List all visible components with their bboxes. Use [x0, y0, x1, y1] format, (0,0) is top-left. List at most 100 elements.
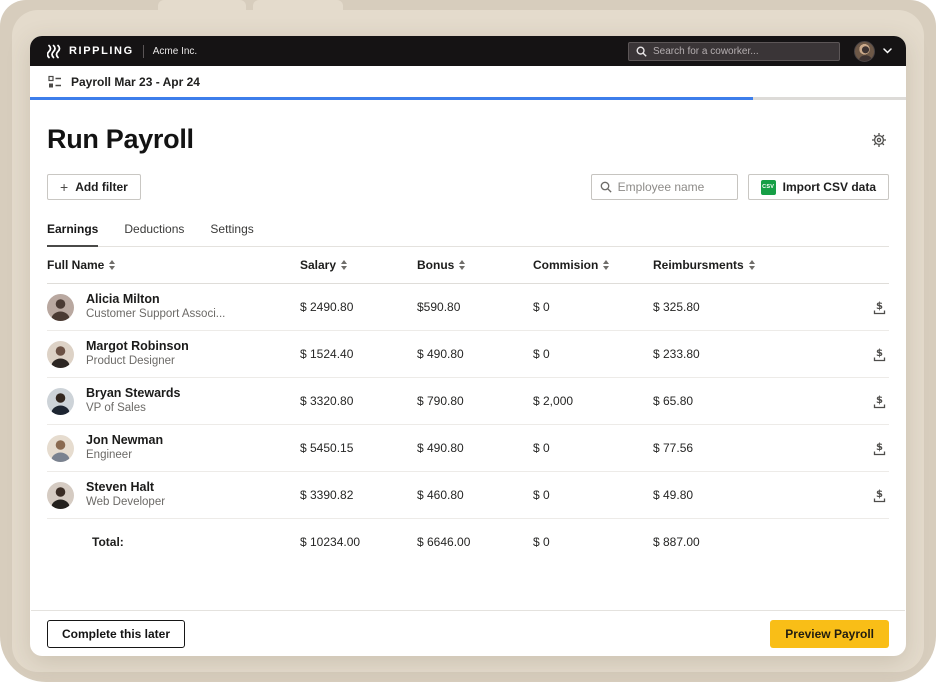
total-salary: $ 10234.00: [300, 535, 417, 549]
salary-value: $ 5450.15: [300, 441, 417, 455]
add-filter-label: Add filter: [75, 180, 128, 194]
csv-file-icon: CSV: [761, 180, 776, 195]
bonus-value: $590.80: [417, 300, 533, 314]
brand-name: RIPPLING: [69, 45, 134, 57]
plus-icon: +: [60, 179, 68, 195]
bonus-value: $ 790.80: [417, 394, 533, 408]
reimbursements-value: $ 49.80: [653, 488, 823, 502]
pay-deposit-icon[interactable]: $: [870, 486, 889, 505]
avatar: [47, 435, 74, 462]
document-tab-bar: Payroll Mar 23 - Apr 24: [30, 66, 906, 100]
commission-value: $ 0: [533, 441, 653, 455]
employee-name: Steven Halt: [86, 480, 165, 496]
coworker-search-input[interactable]: [653, 46, 832, 57]
avatar: [47, 388, 74, 415]
svg-text:$: $: [876, 301, 883, 312]
employee-name-input[interactable]: [618, 180, 729, 194]
sort-icon: [109, 260, 115, 270]
user-avatar[interactable]: [854, 41, 875, 62]
top-navigation-bar: RIPPLING Acme Inc.: [30, 36, 906, 66]
column-header-salary[interactable]: Salary: [300, 258, 417, 272]
commission-value: $ 2,000: [533, 394, 653, 408]
table-row: Steven Halt Web Developer $ 3390.82 $ 46…: [47, 472, 889, 519]
sort-icon: [341, 260, 347, 270]
coworker-search[interactable]: [628, 42, 840, 61]
bonus-value: $ 490.80: [417, 347, 533, 361]
employee-title: Customer Support Associ...: [86, 307, 225, 322]
rippling-logo-icon: [47, 44, 62, 59]
svg-text:$: $: [876, 348, 883, 359]
search-icon: [636, 46, 647, 57]
avatar: [47, 294, 74, 321]
employee-title: Product Designer: [86, 354, 189, 369]
svg-text:$: $: [876, 489, 883, 500]
chevron-down-icon[interactable]: [883, 48, 892, 54]
total-bonus: $ 6646.00: [417, 535, 533, 549]
task-list-icon: [48, 75, 62, 89]
pay-deposit-icon[interactable]: $: [870, 439, 889, 458]
page-title: Run Payroll: [47, 124, 194, 155]
sort-icon: [603, 260, 609, 270]
tab-earnings[interactable]: Earnings: [47, 222, 98, 247]
pay-deposit-icon[interactable]: $: [870, 392, 889, 411]
divider: [143, 45, 144, 58]
sort-icon: [749, 260, 755, 270]
salary-value: $ 2490.80: [300, 300, 417, 314]
rippling-logo: RIPPLING: [47, 44, 134, 59]
commission-value: $ 0: [533, 300, 653, 314]
employee-name: Bryan Stewards: [86, 386, 180, 402]
import-csv-label: Import CSV data: [783, 180, 876, 194]
search-icon: [600, 181, 612, 193]
complete-later-button[interactable]: Complete this later: [47, 620, 185, 648]
employee-name: Margot Robinson: [86, 339, 189, 355]
column-header-commission[interactable]: Commision: [533, 258, 653, 272]
reimbursements-value: $ 233.80: [653, 347, 823, 361]
table-row: Jon Newman Engineer $ 5450.15 $ 490.80 $…: [47, 425, 889, 472]
pay-deposit-icon[interactable]: $: [870, 345, 889, 364]
total-row: Total: $ 10234.00 $ 6646.00 $ 0 $ 887.00: [47, 519, 889, 565]
section-tabs: Earnings Deductions Settings: [47, 222, 889, 247]
salary-value: $ 3320.80: [300, 394, 417, 408]
add-filter-button[interactable]: + Add filter: [47, 174, 141, 200]
employee-name: Alicia Milton: [86, 292, 225, 308]
employee-name-search[interactable]: [591, 174, 738, 200]
avatar: [47, 341, 74, 368]
employee-title: Engineer: [86, 448, 163, 463]
svg-text:$: $: [876, 395, 883, 406]
column-header-reimbursements[interactable]: Reimbursments: [653, 258, 823, 272]
column-header-bonus[interactable]: Bonus: [417, 258, 533, 272]
main-content: Run Payroll + Add filter: [30, 100, 906, 610]
tab-settings[interactable]: Settings: [210, 222, 253, 246]
pay-deposit-icon[interactable]: $: [870, 298, 889, 317]
reimbursements-value: $ 325.80: [653, 300, 823, 314]
employee-title: Web Developer: [86, 495, 165, 510]
table-row: Margot Robinson Product Designer $ 1524.…: [47, 331, 889, 378]
commission-value: $ 0: [533, 347, 653, 361]
commission-value: $ 0: [533, 488, 653, 502]
payroll-period-tab[interactable]: Payroll Mar 23 - Apr 24: [30, 66, 906, 97]
salary-value: $ 3390.82: [300, 488, 417, 502]
import-csv-button[interactable]: CSV Import CSV data: [748, 174, 889, 200]
gear-icon[interactable]: [869, 130, 889, 150]
tab-deductions[interactable]: Deductions: [124, 222, 184, 246]
avatar: [47, 482, 74, 509]
preview-payroll-button[interactable]: Preview Payroll: [770, 620, 889, 648]
svg-text:$: $: [876, 442, 883, 453]
bonus-value: $ 460.80: [417, 488, 533, 502]
table-header: Full Name Salary Bonus Commision Reimbur…: [47, 247, 889, 284]
sort-icon: [459, 260, 465, 270]
employee-title: VP of Sales: [86, 401, 180, 416]
footer-bar: Complete this later Preview Payroll: [31, 610, 905, 656]
table-row: Alicia Milton Customer Support Associ...…: [47, 284, 889, 331]
payroll-period-label: Payroll Mar 23 - Apr 24: [71, 75, 200, 89]
table-row: Bryan Stewards VP of Sales $ 3320.80 $ 7…: [47, 378, 889, 425]
column-header-full-name[interactable]: Full Name: [47, 258, 300, 272]
salary-value: $ 1524.40: [300, 347, 417, 361]
reimbursements-value: $ 77.56: [653, 441, 823, 455]
company-name: Acme Inc.: [153, 46, 197, 57]
reimbursements-value: $ 65.80: [653, 394, 823, 408]
total-label: Total:: [47, 535, 300, 549]
total-commission: $ 0: [533, 535, 653, 549]
app-window: RIPPLING Acme Inc.: [30, 36, 906, 656]
bonus-value: $ 490.80: [417, 441, 533, 455]
